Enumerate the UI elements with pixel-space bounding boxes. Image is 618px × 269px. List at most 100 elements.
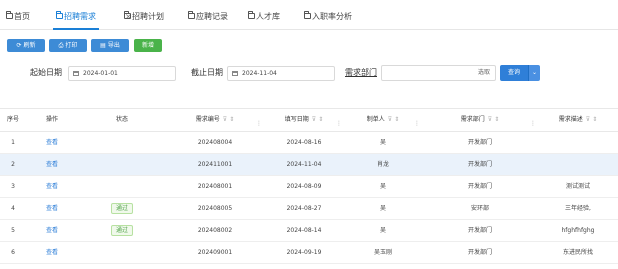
cell-maker: 吴玉刚 — [344, 242, 422, 264]
sort-icon[interactable]: ⇕ — [494, 109, 499, 131]
column-header-desc[interactable]: 需求描述 ⊽ ⇕ — [538, 109, 618, 133]
tab-application-records[interactable]: 应聘记录 — [188, 10, 228, 23]
sort-icon[interactable]: ⇕ — [592, 109, 597, 131]
view-link[interactable]: 查看 — [46, 139, 58, 146]
demand-dept: 开发部门 — [467, 249, 492, 256]
export-label: 导出 — [107, 42, 120, 49]
column-resize-icon[interactable]: ⋮ — [530, 121, 536, 127]
cell-code: 202411001 — [166, 154, 264, 176]
cell-date: 2024-08-09 — [264, 176, 344, 198]
requisition-code: 202408004 — [197, 139, 233, 146]
add-label: 新增 — [141, 42, 154, 49]
view-link[interactable]: 查看 — [46, 161, 58, 168]
cell-code: 202409001 — [166, 242, 264, 264]
tab-recruitment-demand[interactable]: 招聘需求 — [56, 10, 96, 23]
filter-icon[interactable]: ⊽ — [388, 109, 392, 131]
refresh-button[interactable]: ⟳ 刷新 — [7, 39, 45, 52]
tab-recruitment-plan[interactable]: 招聘计划 — [124, 10, 164, 23]
add-button[interactable]: 新增 — [134, 39, 162, 52]
filter-icon[interactable]: ⊽ — [586, 109, 590, 131]
table-row[interactable]: 3 查看 202408001 2024-08-09 吴 开发部门 测试测试 — [0, 176, 618, 198]
table-row[interactable]: 6 查看 202409001 2024-09-19 吴玉刚 开发部门 东进民所找 — [0, 242, 618, 264]
view-link[interactable]: 查看 — [46, 227, 58, 234]
column-header-dept[interactable]: 需求部门 ⊽ ⇕ ⋮ — [422, 109, 538, 133]
tab-label: 首页 — [14, 12, 30, 21]
query-button[interactable]: 查询 — [500, 65, 528, 81]
demand-desc: hfghfhfghg — [561, 227, 595, 234]
end-date-label: 截止日期 — [191, 68, 223, 77]
column-header-code[interactable]: 需求编号 ⊽ ⇕ ⋮ — [166, 109, 264, 133]
view-link[interactable]: 查看 — [46, 249, 58, 256]
view-link[interactable]: 查看 — [46, 205, 58, 212]
sort-icon[interactable]: ⇕ — [318, 109, 323, 131]
cell-status — [78, 132, 166, 154]
cell-date: 2024-08-27 — [264, 198, 344, 220]
calendar-icon — [73, 71, 79, 76]
cell-dept: 安环部 — [422, 198, 538, 220]
print-button[interactable]: ⎙ 打印 — [49, 39, 87, 52]
filter-icon[interactable]: ⊽ — [488, 109, 492, 131]
cell-no: 3 — [0, 176, 26, 198]
tab-talent-pool[interactable]: 人才库 — [248, 10, 280, 23]
column-header-maker[interactable]: 制单人 ⊽ ⇕ ⋮ — [344, 109, 422, 133]
maker-name: 吴玉刚 — [373, 249, 392, 256]
cell-status: 通过 — [78, 198, 166, 220]
column-header-date[interactable]: 填写日期 ⊽ ⇕ ⋮ — [264, 109, 344, 133]
column-resize-icon[interactable]: ⋮ — [414, 121, 420, 127]
tab-onboarding-analysis[interactable]: 入职率分析 — [304, 10, 352, 23]
table-row[interactable]: 5 查看 通过 202408002 2024-08-14 吴 开发部门 hfghfhfghg — [0, 220, 618, 242]
dept-select-button[interactable]: 选取 — [472, 66, 496, 80]
maker-name: 肖龙 — [376, 161, 389, 168]
cell-code: 202408004 — [166, 132, 264, 154]
cell-maker: 吴 — [344, 220, 422, 242]
tab-home[interactable]: 首页 — [6, 10, 30, 23]
column-resize-icon[interactable]: ⋮ — [256, 121, 262, 127]
dept-label: 需求部门 — [345, 68, 377, 77]
table-row[interactable]: 2 查看 202411001 2024-11-04 肖龙 开发部门 — [0, 154, 618, 176]
cell-desc: 三年经验, — [538, 198, 618, 220]
folder-icon — [248, 11, 255, 19]
column-resize-icon[interactable]: ⋮ — [336, 121, 342, 127]
cell-status: 通过 — [78, 220, 166, 242]
requisition-code: 202408002 — [197, 227, 233, 234]
start-date-label: 起始日期 — [30, 68, 62, 77]
print-label: 打印 — [65, 42, 78, 49]
sort-icon[interactable]: ⇕ — [229, 109, 234, 131]
end-date-input[interactable]: 2024-11-04 — [227, 66, 335, 81]
export-button[interactable]: ▤ 导出 — [91, 39, 129, 52]
fill-date: 2024-11-04 — [286, 161, 322, 168]
requisition-code: 202409001 — [197, 249, 233, 256]
table-row[interactable]: 1 查看 202408004 2024-08-16 吴 开发部门 — [0, 132, 618, 154]
query-label: 查询 — [507, 69, 520, 76]
view-link[interactable]: 查看 — [46, 183, 58, 190]
cell-code: 202408005 — [166, 198, 264, 220]
cell-date: 2024-11-04 — [264, 154, 344, 176]
row-number: 2 — [11, 161, 15, 168]
query-dropdown-chevron-down-icon[interactable]: ⌄ — [528, 65, 540, 81]
column-header-no: 序号 — [0, 109, 26, 133]
folder-icon — [6, 11, 13, 19]
cell-date: 2024-09-19 — [264, 242, 344, 264]
filter-icon[interactable]: ⊽ — [312, 109, 316, 131]
start-date-input[interactable]: 2024-01-01 — [68, 66, 176, 81]
cell-no: 4 — [0, 198, 26, 220]
maker-name: 吴 — [379, 139, 386, 146]
cell-desc: hfghfhfghg — [538, 220, 618, 242]
tab-label: 招聘需求 — [64, 12, 96, 21]
cell-action: 查看 — [26, 132, 78, 154]
demand-dept: 开发部门 — [467, 227, 492, 234]
status-badge: 通过 — [110, 225, 133, 236]
cell-no: 2 — [0, 154, 26, 176]
cell-dept: 开发部门 — [422, 176, 538, 198]
table-row[interactable]: 4 查看 通过 202408005 2024-08-27 吴 安环部 三年经验, — [0, 198, 618, 220]
cell-action: 查看 — [26, 198, 78, 220]
filter-icon[interactable]: ⊽ — [223, 109, 227, 131]
cell-code: 202408002 — [166, 220, 264, 242]
cell-maker: 吴 — [344, 176, 422, 198]
printer-icon: ⎙ — [58, 42, 64, 49]
column-label: 制单人 — [366, 116, 385, 123]
cell-action: 查看 — [26, 242, 78, 264]
row-number: 1 — [11, 139, 15, 146]
sort-icon[interactable]: ⇕ — [394, 109, 399, 131]
cell-dept: 开发部门 — [422, 132, 538, 154]
